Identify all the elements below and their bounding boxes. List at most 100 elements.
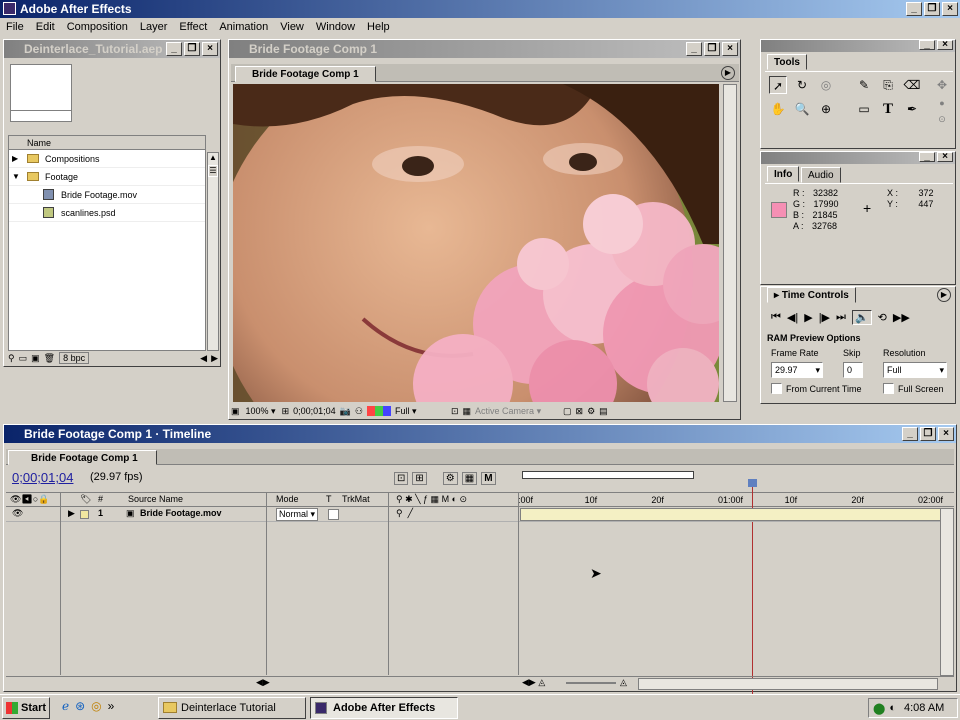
minimize-button[interactable]: _ [902, 427, 918, 441]
close-button[interactable]: × [937, 40, 953, 50]
pixel-aspect-icon[interactable]: ⊠ [576, 406, 584, 417]
resolution-select[interactable]: Full ▾ [395, 406, 447, 417]
trash-icon[interactable]: 🗑 [44, 353, 55, 364]
scroll-left-icon[interactable]: ◀ [200, 353, 207, 364]
live-update-icon[interactable]: ⊞ [412, 472, 427, 485]
timeline-vscroll[interactable] [940, 508, 954, 676]
camera-orbit-tool-icon[interactable]: ◎ [817, 76, 835, 94]
pan-behind-tool-icon[interactable]: ⊕ [817, 100, 835, 118]
maximize-button[interactable]: ❐ [920, 427, 936, 441]
source-name-header[interactable]: Source Name [128, 494, 183, 504]
outlook-icon[interactable]: ⊛ [75, 699, 85, 713]
hand-tool-icon[interactable]: ✋ [769, 100, 787, 118]
project-item[interactable]: scanlines.psd [9, 204, 205, 222]
zoom-out-icon[interactable]: ◀▶ ◬ [522, 677, 545, 688]
play-icon[interactable]: ▶ [804, 311, 812, 324]
menu-file[interactable]: File [0, 18, 30, 36]
transparency-grid-icon[interactable]: ▦ [463, 406, 472, 417]
camera-select[interactable]: Active Camera ▾ [475, 406, 559, 417]
tools-tab[interactable]: Tools [767, 54, 807, 70]
project-item[interactable]: ▶ Compositions [9, 150, 205, 168]
volume-icon[interactable]: ◐ [889, 702, 896, 714]
minimize-button[interactable]: _ [919, 40, 935, 50]
maximize-button[interactable]: ❐ [924, 2, 940, 16]
show-channel-icon[interactable]: ▣ [231, 406, 240, 417]
mode-header[interactable]: Mode [276, 494, 299, 504]
comp-menu-icon[interactable]: ▶ [721, 66, 735, 80]
layer-row[interactable]: 👁 ▶ 1 ▣ Bride Footage.mov Normal ▾ ⚲ ╱ [6, 508, 954, 522]
project-item[interactable]: Bride Footage.mov [9, 186, 205, 204]
info-tab[interactable]: Info [767, 166, 800, 182]
region-of-interest-icon[interactable]: ⊡ [451, 406, 459, 417]
project-item[interactable]: ▼ Footage [9, 168, 205, 186]
minimize-button[interactable]: _ [906, 2, 922, 16]
trkmat-select[interactable] [328, 509, 339, 520]
safe-zones-icon[interactable]: ⊞ [282, 406, 290, 417]
comp-tab[interactable]: Bride Footage Comp 1 [235, 66, 376, 82]
close-button[interactable]: × [942, 2, 958, 16]
collapse-arrow-icon[interactable]: ▼ [12, 168, 20, 186]
minimize-button[interactable]: _ [166, 42, 182, 56]
palette-menu-icon[interactable]: ▶ [937, 288, 951, 302]
previous-frame-icon[interactable]: ◀| [787, 311, 798, 324]
draft-3d-icon[interactable]: ⚙ [442, 472, 458, 485]
menu-composition[interactable]: Composition [61, 18, 134, 36]
layer-switches[interactable]: ⚲ ╱ [396, 508, 413, 519]
full-screen-checkbox[interactable] [883, 383, 894, 394]
clone-stamp-tool-icon[interactable]: ⎘ [879, 76, 897, 94]
zoom-tool-icon[interactable]: 🔍 [793, 100, 811, 118]
menu-layer[interactable]: Layer [134, 18, 174, 36]
ie-icon[interactable]: ℯ [62, 699, 69, 713]
skip-field[interactable]: 0 [843, 362, 863, 378]
clock[interactable]: 4:08 AM [904, 702, 944, 714]
new-comp-icon[interactable]: ▣ [31, 353, 40, 364]
selection-tool-icon[interactable]: ➚ [769, 76, 787, 94]
close-button[interactable]: × [937, 152, 953, 162]
layer-number-header[interactable]: # [98, 494, 103, 504]
motion-blur-icon[interactable]: M [481, 472, 496, 485]
loop-icon[interactable]: ⟲ [878, 311, 887, 324]
timeline-icon[interactable]: ▤ [599, 406, 608, 417]
rgb-channels-icon[interactable] [366, 406, 391, 416]
rotation-tool-icon[interactable]: ↻ [793, 76, 811, 94]
t-header[interactable]: T [326, 494, 332, 504]
network-icon[interactable]: ⬤ [873, 702, 885, 715]
view-layout-icon[interactable]: ▢ [563, 406, 572, 417]
last-frame-icon[interactable]: ⏭ [836, 311, 846, 324]
timeline-timecode[interactable]: 0;00;01;04 [12, 470, 73, 485]
menu-animation[interactable]: Animation [213, 18, 274, 36]
expand-arrow-icon[interactable]: ▶ [12, 150, 18, 168]
trkmat-header[interactable]: TrkMat [342, 494, 370, 504]
pen-tool-icon[interactable]: ✒ [903, 100, 921, 118]
layer-name[interactable]: Bride Footage.mov [140, 508, 222, 518]
comp-vscroll[interactable] [723, 84, 737, 402]
menu-help[interactable]: Help [361, 18, 396, 36]
maximize-button[interactable]: ❐ [184, 42, 200, 56]
bpc-label[interactable]: 8 bpc [59, 352, 90, 364]
task-adobe-after-effects[interactable]: Adobe After Effects [310, 697, 458, 719]
text-tool-icon[interactable]: T [879, 100, 897, 118]
resolution-select[interactable]: Full ▾ [883, 362, 947, 378]
media-icon[interactable]: ◎ [91, 699, 101, 713]
zoom-select[interactable]: 100% ▾ [244, 406, 278, 417]
timeline-tab[interactable]: Bride Footage Comp 1 [8, 450, 157, 465]
new-folder-icon[interactable]: ▭ [19, 353, 28, 364]
frame-rate-select[interactable]: 29.97 ▾ [771, 362, 823, 378]
layer-duration-bar[interactable] [520, 508, 942, 521]
time-ruler[interactable]: :00f 10f 20f 01:00f 10f 20f 02:00f [518, 469, 943, 709]
close-button[interactable]: × [722, 42, 738, 56]
expand-panes-icon[interactable]: ◀▶ [256, 677, 270, 688]
comp-flowchart-icon[interactable]: ⊡ [394, 472, 409, 485]
audio-tab[interactable]: Audio [801, 167, 841, 183]
fast-preview-icon[interactable]: ⚙ [587, 406, 595, 417]
frame-blend-icon[interactable]: ▦ [461, 472, 478, 485]
label-color-swatch[interactable] [80, 510, 89, 519]
menu-effect[interactable]: Effect [173, 18, 213, 36]
audio-toggle-icon[interactable]: 🔈 [851, 309, 872, 325]
rectangle-tool-icon[interactable]: ▭ [855, 100, 873, 118]
show-snapshot-icon[interactable]: ⚇ [355, 406, 363, 417]
comp-timecode[interactable]: 0;00;01;04 [293, 406, 336, 416]
zoom-in-icon[interactable]: ◬ [620, 677, 627, 688]
menu-window[interactable]: Window [310, 18, 361, 36]
close-button[interactable]: × [202, 42, 218, 56]
